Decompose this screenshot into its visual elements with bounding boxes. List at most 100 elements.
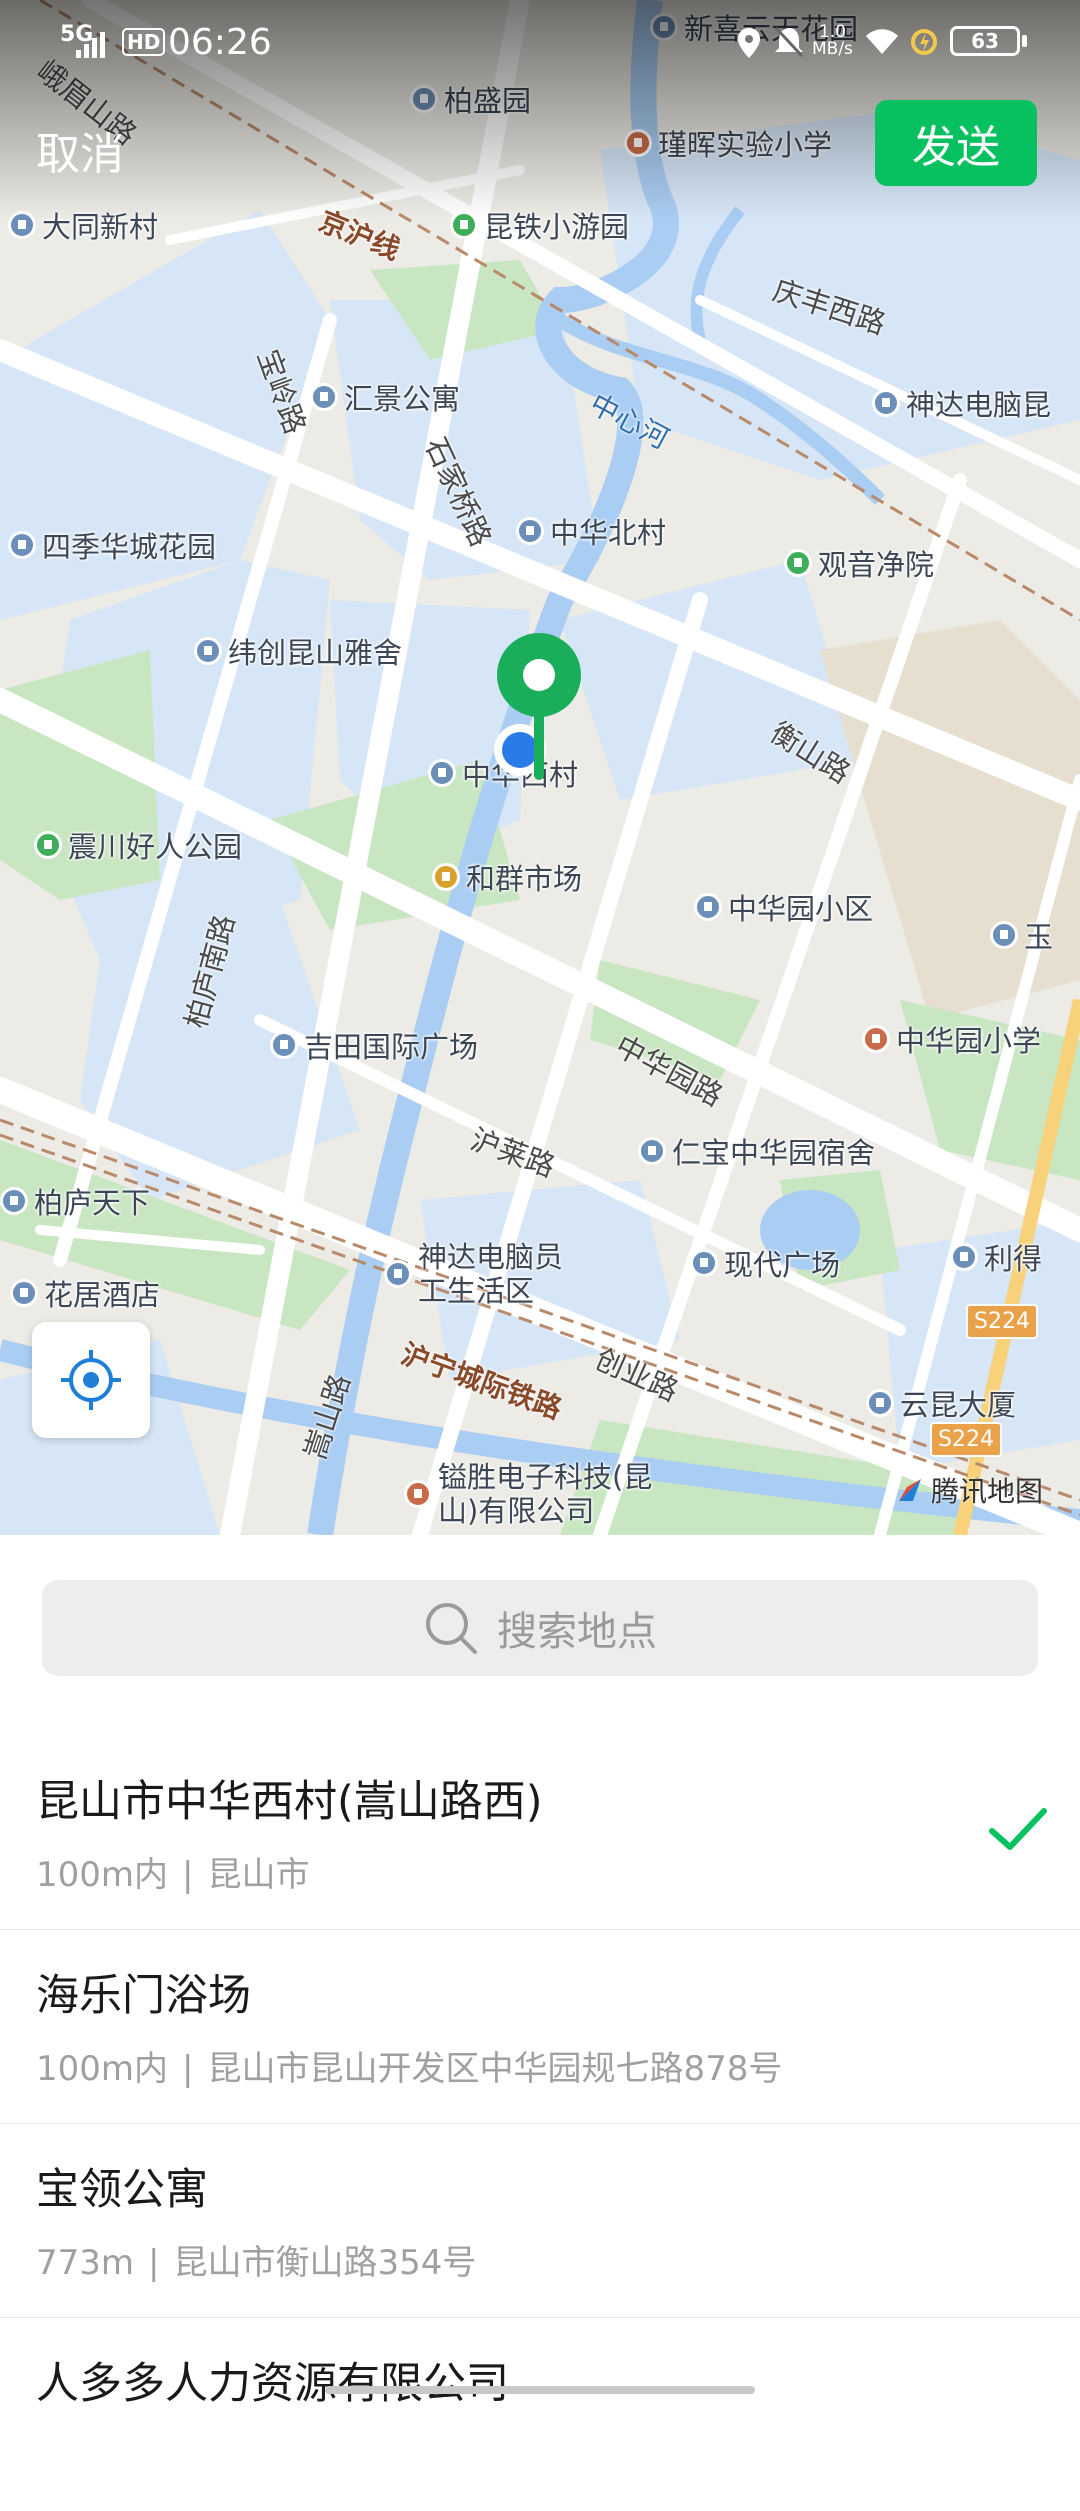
poi-marker-icon xyxy=(950,1243,978,1271)
home-indicator[interactable] xyxy=(325,2386,755,2394)
poi-label: 纬创昆山雅舍 xyxy=(228,636,403,670)
poi-label: 和群市场 xyxy=(466,862,583,896)
map-poi[interactable]: 现代广场 xyxy=(690,1242,840,1284)
search-placeholder: 搜索地点 xyxy=(497,1609,657,1655)
poi-label: 云昆大厦 xyxy=(900,1388,1017,1422)
location-sheet: 搜索地点 昆山市中华西村(嵩山路西) 100m内 | 昆山市 海乐门浴场 100m内… xyxy=(0,1535,1080,2409)
map-attribution: 腾讯地图 xyxy=(895,1470,1043,1510)
tencent-map-logo-icon xyxy=(899,1479,921,1501)
map-poi[interactable]: 中华园小学 xyxy=(862,1018,1041,1060)
search-icon xyxy=(426,1603,477,1654)
map-poi[interactable]: 镒胜电子科技(昆山)有限公司 xyxy=(404,1460,668,1528)
map-poi[interactable]: 震川好人公园 xyxy=(34,824,242,866)
result-subtitle: 100m内 | 昆山市 xyxy=(36,1855,310,1895)
map-poi[interactable]: 汇景公寓 xyxy=(310,376,460,418)
poi-marker-icon xyxy=(694,893,722,921)
result-title: 宝领公寓 xyxy=(36,2165,208,2215)
map-poi[interactable]: 纬创昆山雅舍 xyxy=(194,630,402,672)
result-subtitle: 100m内 | 昆山市昆山开发区中华园规七路878号 xyxy=(36,2049,783,2089)
result-item[interactable]: 海乐门浴场 100m内 | 昆山市昆山开发区中华园规七路878号 xyxy=(0,1929,1080,2124)
poi-marker-icon xyxy=(8,531,36,559)
result-address: 昆山市衡山路354号 xyxy=(173,2243,477,2283)
poi-label: 神达电脑昆 xyxy=(906,388,1052,422)
location-status-icon xyxy=(738,28,760,58)
highway-shield: S224 xyxy=(930,1422,1002,1457)
poi-marker-icon xyxy=(432,863,460,891)
poi-marker-icon xyxy=(638,1137,666,1165)
poi-label: 花居酒店 xyxy=(44,1278,161,1312)
poi-marker-icon xyxy=(690,1249,718,1277)
battery-level: 63 xyxy=(971,29,999,53)
map-poi[interactable]: 观音净院 xyxy=(784,542,934,584)
crosshair-icon xyxy=(61,1350,121,1410)
highway-shield: S224 xyxy=(966,1304,1038,1339)
poi-marker-icon xyxy=(990,921,1018,949)
poi-label: 震川好人公园 xyxy=(68,830,243,864)
map-poi[interactable]: 柏庐天下 xyxy=(0,1180,150,1222)
poi-label: 汇景公寓 xyxy=(344,382,461,416)
poi-label: 神达电脑员工生活区 xyxy=(418,1240,564,1308)
signal-icon xyxy=(76,32,105,58)
battery-cap xyxy=(1022,35,1027,47)
result-title: 海乐门浴场 xyxy=(36,1971,251,2021)
status-bar: 5G HD 06:26 1.0 MB/s 63 xyxy=(0,0,1080,86)
poi-marker-icon xyxy=(404,1480,432,1508)
result-title: 人多多人力资源有限公司 xyxy=(36,2359,509,2409)
poi-label: 镒胜电子科技(昆山)有限公司 xyxy=(438,1460,653,1528)
poi-marker-icon xyxy=(194,637,222,665)
send-button[interactable]: 发送 xyxy=(875,100,1037,186)
map-poi[interactable]: 吉田国际广场 xyxy=(270,1024,478,1066)
poi-marker-icon xyxy=(784,549,812,577)
poi-marker-icon xyxy=(862,1025,890,1053)
poi-marker-icon xyxy=(866,1389,894,1417)
map-poi[interactable]: 玉 xyxy=(990,914,1053,956)
map-poi[interactable]: 和群市场 xyxy=(432,856,582,898)
poi-marker-icon xyxy=(0,1187,28,1215)
map-poi[interactable]: 四季华城花园 xyxy=(8,524,216,566)
clock: 06:26 xyxy=(168,22,272,63)
search-input[interactable]: 搜索地点 xyxy=(42,1580,1038,1676)
map-poi[interactable]: 云昆大厦 xyxy=(866,1382,1016,1424)
attribution-text: 腾讯地图 xyxy=(931,1475,1044,1508)
hd-badge: HD xyxy=(122,28,166,56)
result-distance: 100m内 xyxy=(36,2049,169,2089)
result-title: 昆山市中华西村(嵩山路西) xyxy=(36,1777,543,1827)
checkmark-icon xyxy=(989,1808,1047,1850)
result-distance: 773m xyxy=(36,2243,135,2283)
net-speed: 1.0 MB/s xyxy=(812,24,853,58)
poi-label: 吉田国际广场 xyxy=(304,1030,479,1064)
poi-marker-icon xyxy=(516,517,544,545)
map-poi[interactable]: 仁宝中华园宿舍 xyxy=(638,1130,875,1172)
poi-label: 现代广场 xyxy=(724,1248,841,1282)
result-distance: 100m内 xyxy=(36,1855,169,1895)
net-speed-unit: MB/s xyxy=(812,39,853,59)
poi-marker-icon xyxy=(270,1031,298,1059)
poi-marker-icon xyxy=(428,759,456,787)
poi-marker-icon xyxy=(872,389,900,417)
poi-label: 中华园小学 xyxy=(896,1024,1042,1058)
poi-marker-icon xyxy=(384,1260,412,1288)
result-item[interactable]: 人多多人力资源有限公司 xyxy=(0,2317,1080,2511)
map-poi[interactable]: 利得 xyxy=(950,1236,1042,1278)
mute-bell-icon xyxy=(774,26,804,58)
poi-label: 中华园小区 xyxy=(728,892,874,926)
map-poi[interactable]: 花居酒店 xyxy=(10,1272,160,1314)
result-subtitle: 773m | 昆山市衡山路354号 xyxy=(36,2243,477,2283)
map-view[interactable]: 新喜云天花园柏盛园瑾晖实验小学大同新村昆铁小游园汇景公寓神达电脑昆四季华城花园中… xyxy=(0,0,1080,1535)
cancel-button[interactable]: 取消 xyxy=(36,118,124,182)
map-poi[interactable]: 中华园小区 xyxy=(694,886,873,928)
result-item[interactable]: 昆山市中华西村(嵩山路西) 100m内 | 昆山市 xyxy=(0,1735,1080,1930)
poi-label: 观音净院 xyxy=(818,548,935,582)
poi-marker-icon xyxy=(10,1279,38,1307)
result-address: 昆山市 xyxy=(207,1855,310,1895)
map-poi[interactable]: 神达电脑员工生活区 xyxy=(384,1240,588,1308)
charging-link-icon xyxy=(911,29,937,55)
result-item[interactable]: 宝领公寓 773m | 昆山市衡山路354号 xyxy=(0,2123,1080,2318)
location-pin-icon xyxy=(494,633,581,780)
poi-label: 中华北村 xyxy=(550,516,667,550)
map-poi[interactable]: 中华北村 xyxy=(516,510,666,552)
wifi-icon xyxy=(866,29,898,54)
map-poi[interactable]: 神达电脑昆 xyxy=(872,382,1051,424)
locate-me-button[interactable] xyxy=(32,1322,150,1438)
poi-label: 四季华城花园 xyxy=(42,530,217,564)
